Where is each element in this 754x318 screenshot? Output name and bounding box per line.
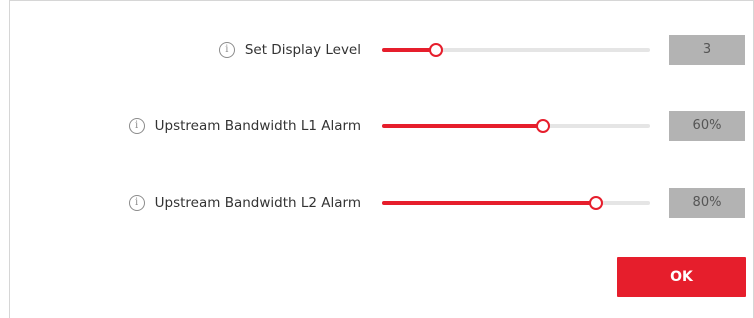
slider-thumb[interactable] — [589, 196, 604, 210]
display-level-slider[interactable] — [382, 43, 650, 57]
setting-label-group: i Upstream Bandwidth L2 Alarm — [128, 188, 361, 218]
setting-row-l1-alarm: i Upstream Bandwidth L1 Alarm — [0, 111, 754, 141]
info-icon[interactable]: i — [128, 195, 145, 211]
setting-label-group: i Set Display Level — [218, 35, 361, 65]
slider-fill — [382, 201, 597, 205]
slider-fill — [382, 124, 543, 128]
l1-alarm-slider[interactable] — [382, 119, 650, 133]
l2-alarm-slider[interactable] — [382, 196, 650, 210]
setting-row-l2-alarm: i Upstream Bandwidth L2 Alarm — [0, 188, 754, 218]
display-level-value-field[interactable] — [669, 35, 745, 65]
info-icon[interactable]: i — [218, 42, 235, 58]
info-icon[interactable]: i — [128, 118, 145, 134]
setting-label: Upstream Bandwidth L1 Alarm — [154, 118, 361, 134]
slider-thumb[interactable] — [428, 43, 443, 57]
l1-alarm-value-field[interactable] — [669, 111, 745, 141]
setting-label: Set Display Level — [244, 42, 361, 58]
setting-label: Upstream Bandwidth L2 Alarm — [154, 195, 361, 211]
slider-thumb[interactable] — [535, 119, 550, 133]
ok-button[interactable]: OK — [617, 257, 746, 297]
slider-fill — [382, 48, 436, 52]
l2-alarm-value-field[interactable] — [669, 188, 745, 218]
setting-row-display-level: i Set Display Level — [0, 35, 754, 65]
setting-label-group: i Upstream Bandwidth L1 Alarm — [128, 111, 361, 141]
